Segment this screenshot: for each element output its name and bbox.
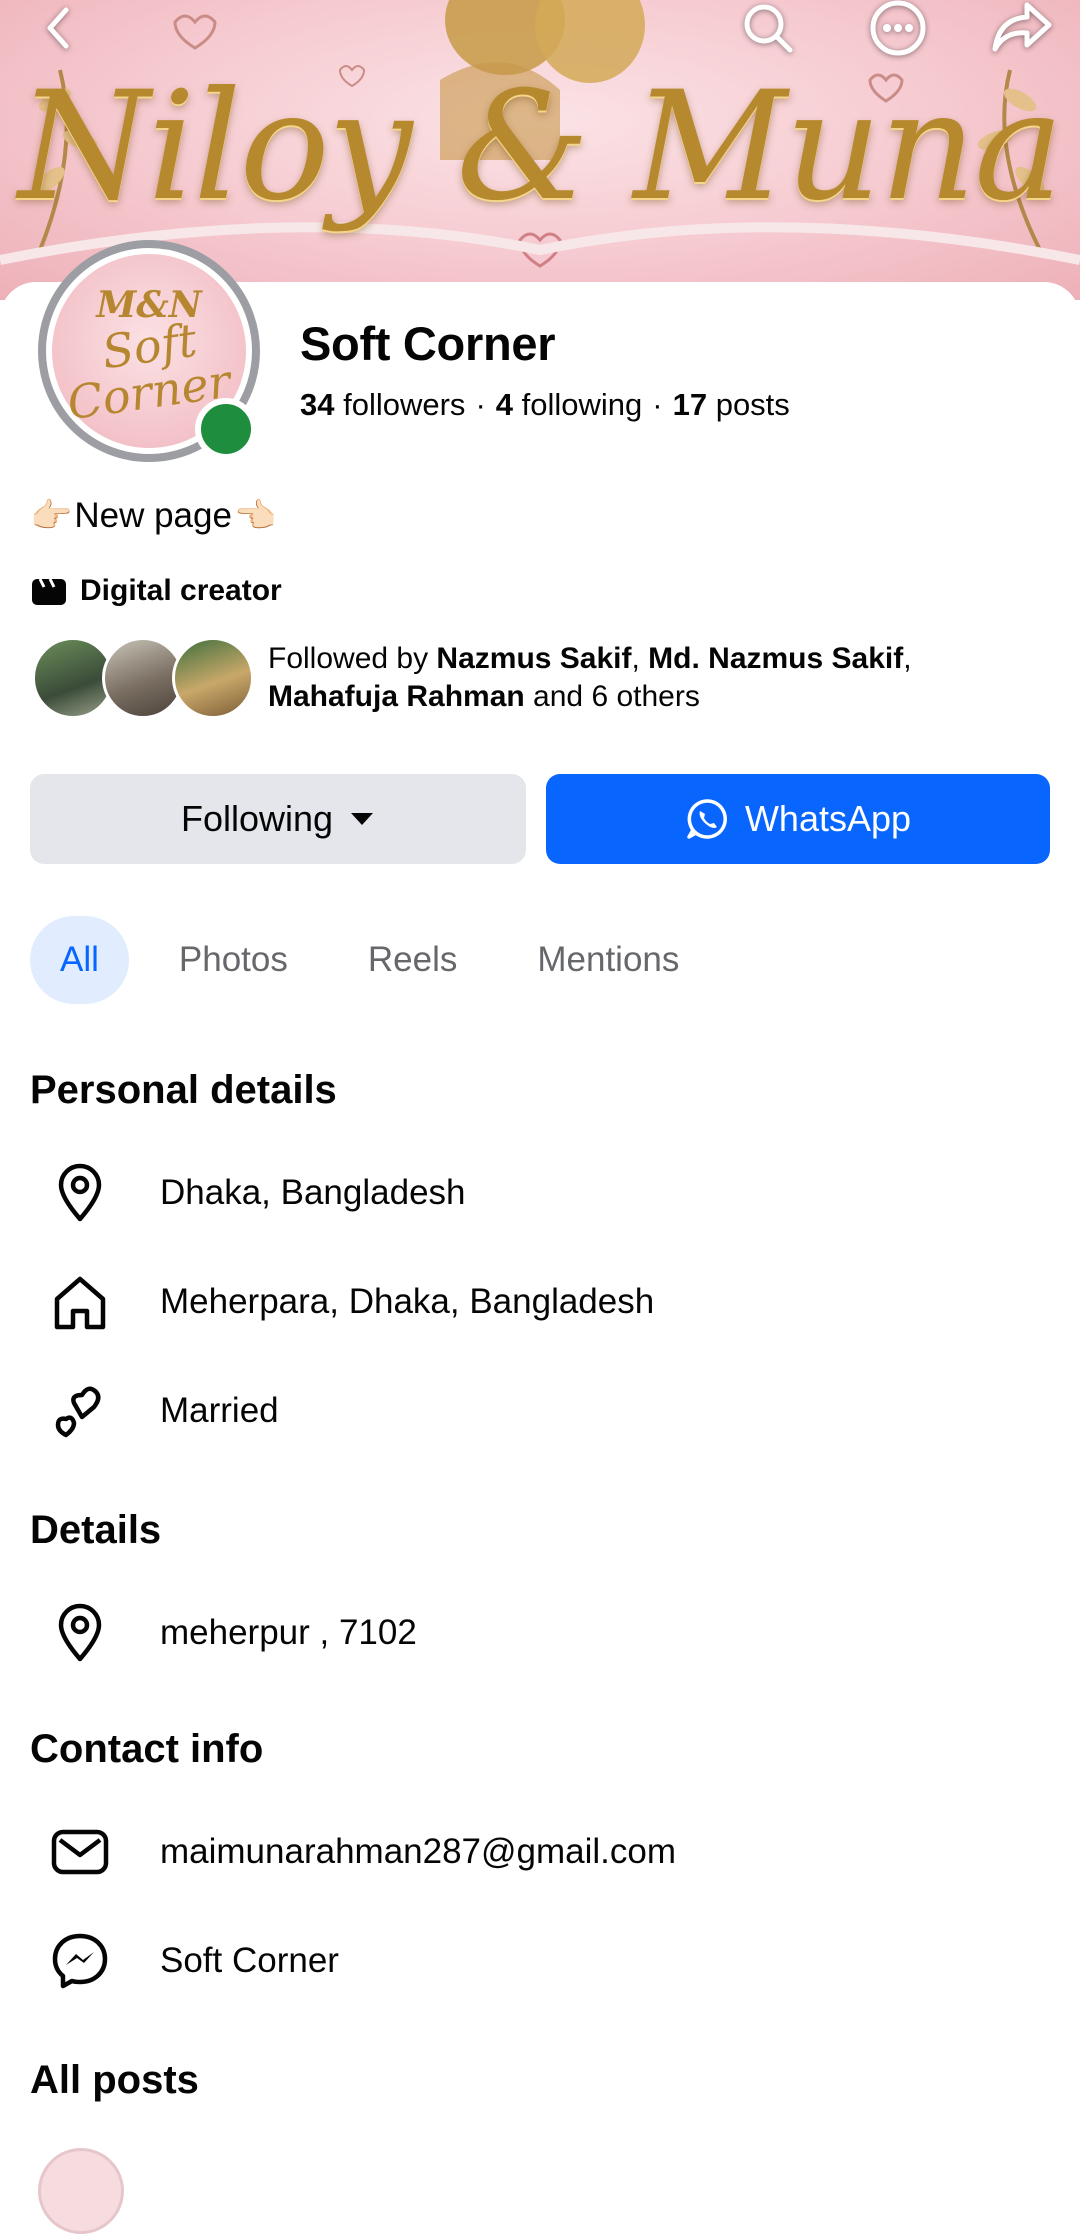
tab-reels[interactable]: Reels [338,916,487,1004]
cover-title: Niloy & Muna [18,60,1063,234]
followed-by[interactable]: Followed by Nazmus Sakif, Md. Nazmus Sak… [32,637,912,719]
whatsapp-button[interactable]: WhatsApp [546,774,1050,864]
mutual-avatar-3 [172,637,254,719]
clapperboard-icon [32,578,66,605]
bio-text: New page [74,496,232,535]
whatsapp-icon [687,799,727,839]
posts-count: 17 posts [672,387,790,422]
personal-details-heading: Personal details [30,1068,337,1112]
location-pin-icon [58,1603,102,1662]
following-button[interactable]: Following [30,774,526,864]
more-icon [870,0,926,56]
relationship-row[interactable]: Married [30,1376,279,1446]
share-button[interactable] [982,0,1062,56]
caret-down-icon [351,813,374,825]
hearts-icon [55,1386,101,1438]
back-button[interactable] [18,0,98,56]
all-posts-heading: All posts [30,2058,199,2102]
online-status-dot [195,398,257,460]
hometown-row[interactable]: Meherpara, Dhaka, Bangladesh [30,1267,654,1337]
details-heading: Details [30,1508,162,1552]
profile-tabs: All Photos Reels Mentions [30,916,729,1004]
tab-mentions[interactable]: Mentions [507,916,709,1004]
messenger-icon [52,1933,108,1989]
location-row[interactable]: Dhaka, Bangladesh [30,1158,466,1228]
pointing-left-icon: 👈🏻 [233,497,277,535]
email-row[interactable]: maimunarahman287@gmail.com [30,1817,676,1887]
followers-link[interactable]: 34 followers [300,387,465,422]
mail-icon [51,1829,109,1875]
home-icon [54,1276,106,1330]
share-icon [992,2,1052,52]
pointing-right-icon: 👉🏻 [30,497,73,535]
contact-info-heading: Contact info [30,1727,264,1771]
location-pin-icon [58,1163,102,1222]
page-category: Digital creator [30,574,282,608]
address-row[interactable]: meherpur , 7102 [30,1598,417,1668]
tab-all[interactable]: All [30,916,129,1004]
more-options-button[interactable] [858,0,938,56]
search-icon [744,4,793,53]
followed-by-text: Followed by Nazmus Sakif, Md. Nazmus Sak… [268,642,912,713]
tab-photos[interactable]: Photos [149,916,318,1004]
search-button[interactable] [728,0,808,56]
following-link[interactable]: 4 following [496,387,643,422]
page-title: Soft Corner [300,317,556,370]
chevron-left-icon [47,7,69,49]
messenger-row[interactable]: Soft Corner [30,1926,339,1996]
page-bio: 👉🏻 New page 👈🏻 [30,496,276,536]
profile-stats: 34 followers · 4 following · 17 posts [300,387,790,422]
post-author-avatar[interactable] [38,2148,124,2234]
